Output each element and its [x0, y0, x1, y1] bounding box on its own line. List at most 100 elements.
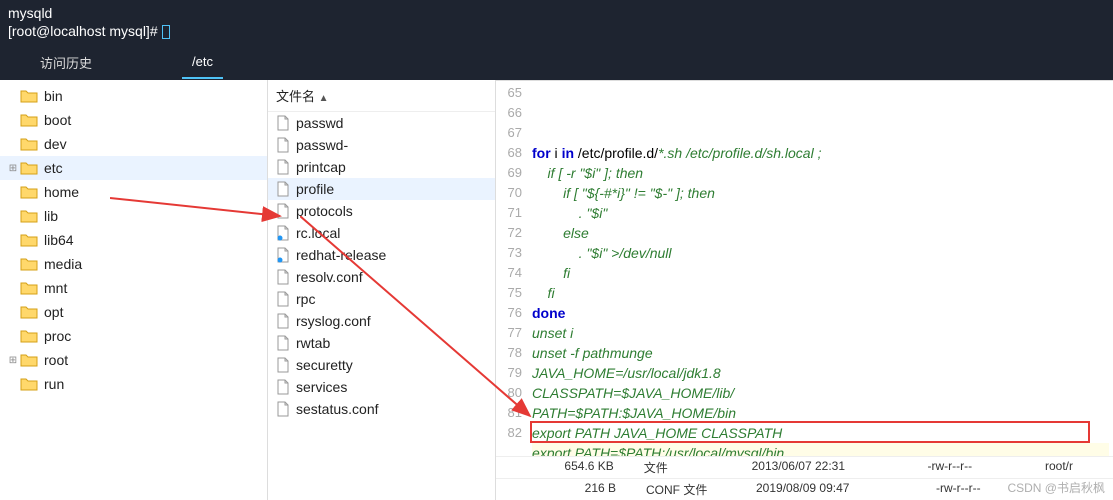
tree-item-label: opt [44, 304, 63, 320]
folder-icon [20, 233, 38, 247]
tree-item-label: dev [44, 136, 67, 152]
folder-icon [20, 209, 38, 223]
code-line[interactable]: else [532, 223, 1109, 243]
tree-item-lib64[interactable]: lib64 [0, 228, 267, 252]
code-line[interactable]: . "$i" [532, 203, 1109, 223]
watermark: CSDN @书启秋枫 [1007, 479, 1105, 496]
filelist-header[interactable]: 文件名 ▲ [268, 80, 495, 112]
tree-item-label: mnt [44, 280, 67, 296]
code-line[interactable]: PATH=$PATH:$JAVA_HOME/bin [532, 403, 1109, 423]
folder-icon [20, 161, 38, 175]
folder-icon [20, 281, 38, 295]
file-icon [276, 137, 290, 153]
terminal-cursor[interactable] [162, 25, 170, 39]
tree-item-label: run [44, 376, 64, 392]
tree-item-label: bin [44, 88, 63, 104]
code-line[interactable]: if [ "${-#*i}" != "$-" ]; then [532, 183, 1109, 203]
folder-icon [20, 185, 38, 199]
tree-item-home[interactable]: home [0, 180, 267, 204]
file-item-label: rsyslog.conf [296, 313, 371, 329]
file-icon [276, 181, 290, 197]
code-line[interactable]: fi [532, 263, 1109, 283]
file-item-passwd[interactable]: passwd [268, 112, 495, 134]
code-line[interactable]: export PATH JAVA_HOME CLASSPATH [532, 423, 1109, 443]
tree-item-lib[interactable]: lib [0, 204, 267, 228]
file-item-printcap[interactable]: printcap [268, 156, 495, 178]
folder-icon [20, 113, 38, 127]
expander-icon[interactable]: ⊞ [6, 355, 20, 366]
code-line[interactable]: for i in /etc/profile.d/*.sh /etc/profil… [532, 143, 1109, 163]
file-list[interactable]: 文件名 ▲ passwdpasswd-printcap profile protoc… [268, 80, 496, 500]
folder-icon [20, 377, 38, 391]
file-item-rwtab[interactable]: rwtab [268, 332, 495, 354]
code-line[interactable]: unset i [532, 323, 1109, 343]
file-item-rc.local[interactable]: rc.local [268, 222, 495, 244]
sort-asc-icon: ▲ [319, 93, 329, 104]
file-item-protocols[interactable]: protocols [268, 200, 495, 222]
file-icon [276, 291, 290, 307]
tree-item-label: media [44, 256, 82, 272]
tree-item-label: proc [44, 328, 71, 344]
tree-item-mnt[interactable]: mnt [0, 276, 267, 300]
tab-history[interactable]: 访问历史 [30, 45, 102, 80]
code-line[interactable]: CLASSPATH=$JAVA_HOME/lib/ [532, 383, 1109, 403]
tree-item-etc[interactable]: ⊞ etc [0, 156, 267, 180]
tree-item-proc[interactable]: proc [0, 324, 267, 348]
file-item-label: rc.local [296, 225, 340, 241]
code-editor[interactable]: 656667686970717273747576777879808182 for… [496, 80, 1113, 500]
file-item-label: printcap [296, 159, 346, 175]
file-item-sestatus.conf[interactable]: sestatus.conf [268, 398, 495, 420]
file-icon [276, 269, 290, 285]
file-item-rpc[interactable]: rpc [268, 288, 495, 310]
file-item-passwd-[interactable]: passwd- [268, 134, 495, 156]
file-icon [276, 203, 290, 219]
folder-icon [20, 257, 38, 271]
code-line[interactable]: . "$i" >/dev/null [532, 243, 1109, 263]
tree-item-media[interactable]: media [0, 252, 267, 276]
file-icon [276, 357, 290, 373]
file-icon [276, 115, 290, 131]
folder-icon [20, 305, 38, 319]
tree-item-dev[interactable]: dev [0, 132, 267, 156]
tree-item-label: lib [44, 208, 58, 224]
tree-item-run[interactable]: run [0, 372, 267, 396]
code-line[interactable]: unset -f pathmunge [532, 343, 1109, 363]
terminal-prompt: [root@localhost mysql]# [8, 23, 162, 39]
folder-icon [20, 353, 38, 367]
file-icon [276, 335, 290, 351]
file-item-redhat-release[interactable]: redhat-release [268, 244, 495, 266]
code-line[interactable]: fi [532, 283, 1109, 303]
folder-icon [20, 89, 38, 103]
file-item-resolv.conf[interactable]: resolv.conf [268, 266, 495, 288]
folder-tree[interactable]: bin boot dev ⊞ etc home lib lib64 media mnt opt pro… [0, 80, 268, 500]
code-line[interactable]: JAVA_HOME=/usr/local/jdk1.8 [532, 363, 1109, 383]
expander-icon[interactable]: ⊞ [6, 163, 20, 174]
tree-item-root[interactable]: ⊞root [0, 348, 267, 372]
file-icon [276, 313, 290, 329]
code-line[interactable]: if [ -r "$i" ]; then [532, 163, 1109, 183]
tree-item-bin[interactable]: bin [0, 84, 267, 108]
file-item-rsyslog.conf[interactable]: rsyslog.conf [268, 310, 495, 332]
file-item-label: rwtab [296, 335, 330, 351]
file-item-label: protocols [296, 203, 353, 219]
file-icon [276, 247, 290, 263]
file-item-label: services [296, 379, 347, 395]
file-item-services[interactable]: services [268, 376, 495, 398]
folder-icon [20, 329, 38, 343]
filelist-header-label: 文件名 [276, 89, 315, 104]
tabs-bar: 访问历史 /etc [0, 44, 1113, 80]
folder-icon [20, 137, 38, 151]
tree-item-label: etc [44, 160, 63, 176]
tree-item-boot[interactable]: boot [0, 108, 267, 132]
terminal-line1: mysqld [8, 5, 52, 21]
file-item-securetty[interactable]: securetty [268, 354, 495, 376]
file-item-label: sestatus.conf [296, 401, 379, 417]
code-content[interactable]: for i in /etc/profile.d/*.sh /etc/profil… [528, 81, 1113, 478]
detail-row: 654.6 KB文件2013/06/07 22:31-rw-r--r--root… [496, 456, 1113, 478]
tree-item-opt[interactable]: opt [0, 300, 267, 324]
tab-path[interactable]: /etc [182, 46, 223, 79]
file-item-profile[interactable]: profile [268, 178, 495, 200]
file-item-label: redhat-release [296, 247, 386, 263]
file-icon [276, 379, 290, 395]
code-line[interactable]: done [532, 303, 1109, 323]
